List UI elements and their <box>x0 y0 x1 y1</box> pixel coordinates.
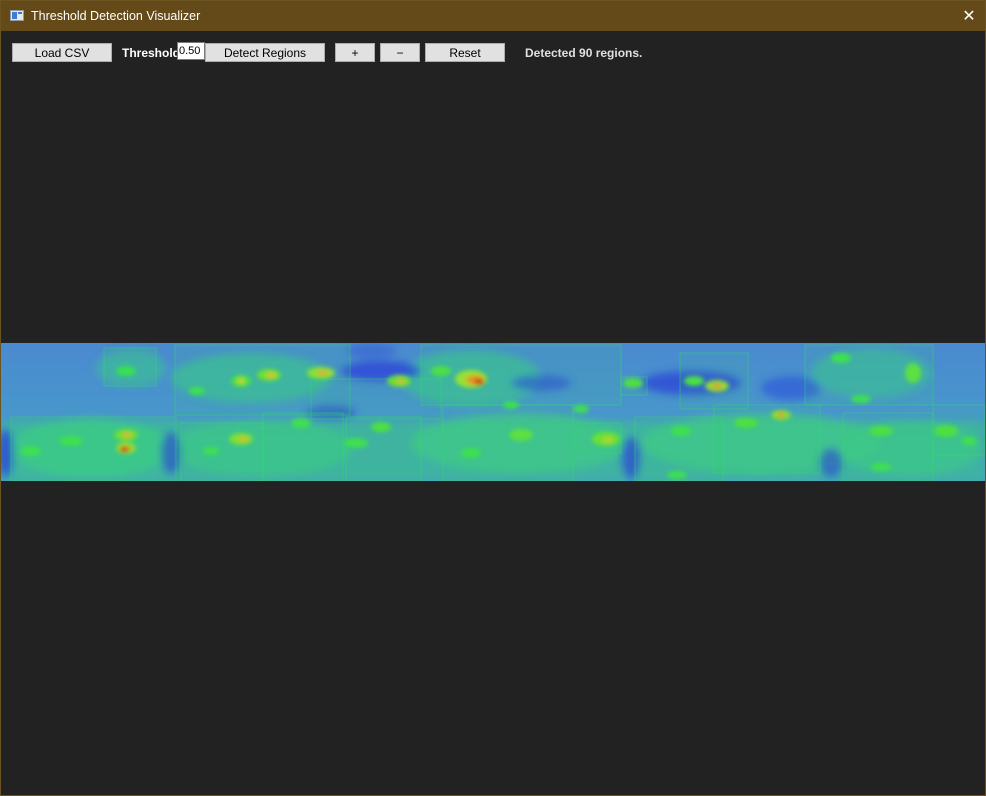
heatmap-canvas[interactable] <box>0 343 986 482</box>
app-window-icon <box>10 10 24 21</box>
region-box <box>842 412 934 482</box>
threshold-input[interactable] <box>177 42 205 60</box>
reset-button[interactable]: Reset <box>425 43 505 62</box>
close-button[interactable]: ✕ <box>953 1 985 31</box>
toolbar: Load CSV Threshold: Detect Regions + − R… <box>1 31 985 71</box>
region-box <box>103 347 157 387</box>
region-box <box>679 352 749 410</box>
close-icon: ✕ <box>962 8 976 25</box>
zoom-out-button[interactable]: − <box>380 43 420 62</box>
status-text: Detected 90 regions. <box>525 46 643 60</box>
title-bar: Threshold Detection Visualizer ✕ <box>1 1 985 31</box>
detect-regions-button[interactable]: Detect Regions <box>205 43 325 62</box>
region-box <box>262 412 344 482</box>
region-box <box>442 404 574 482</box>
region-box <box>804 344 934 406</box>
region-box <box>575 422 622 454</box>
window-title: Threshold Detection Visualizer <box>31 9 201 23</box>
threshold-label: Threshold: <box>122 46 184 60</box>
load-csv-button[interactable]: Load CSV <box>12 43 112 62</box>
region-box <box>345 416 422 482</box>
region-box <box>420 344 622 406</box>
region-box <box>10 416 177 482</box>
zoom-in-button[interactable]: + <box>335 43 375 62</box>
heatmap-view[interactable] <box>0 343 986 482</box>
region-box <box>634 416 724 482</box>
app-window: Threshold Detection Visualizer ✕ Load CS… <box>0 0 986 796</box>
region-box <box>713 404 821 474</box>
region-box <box>180 422 264 482</box>
region-box <box>932 404 986 456</box>
region-box <box>620 376 648 396</box>
